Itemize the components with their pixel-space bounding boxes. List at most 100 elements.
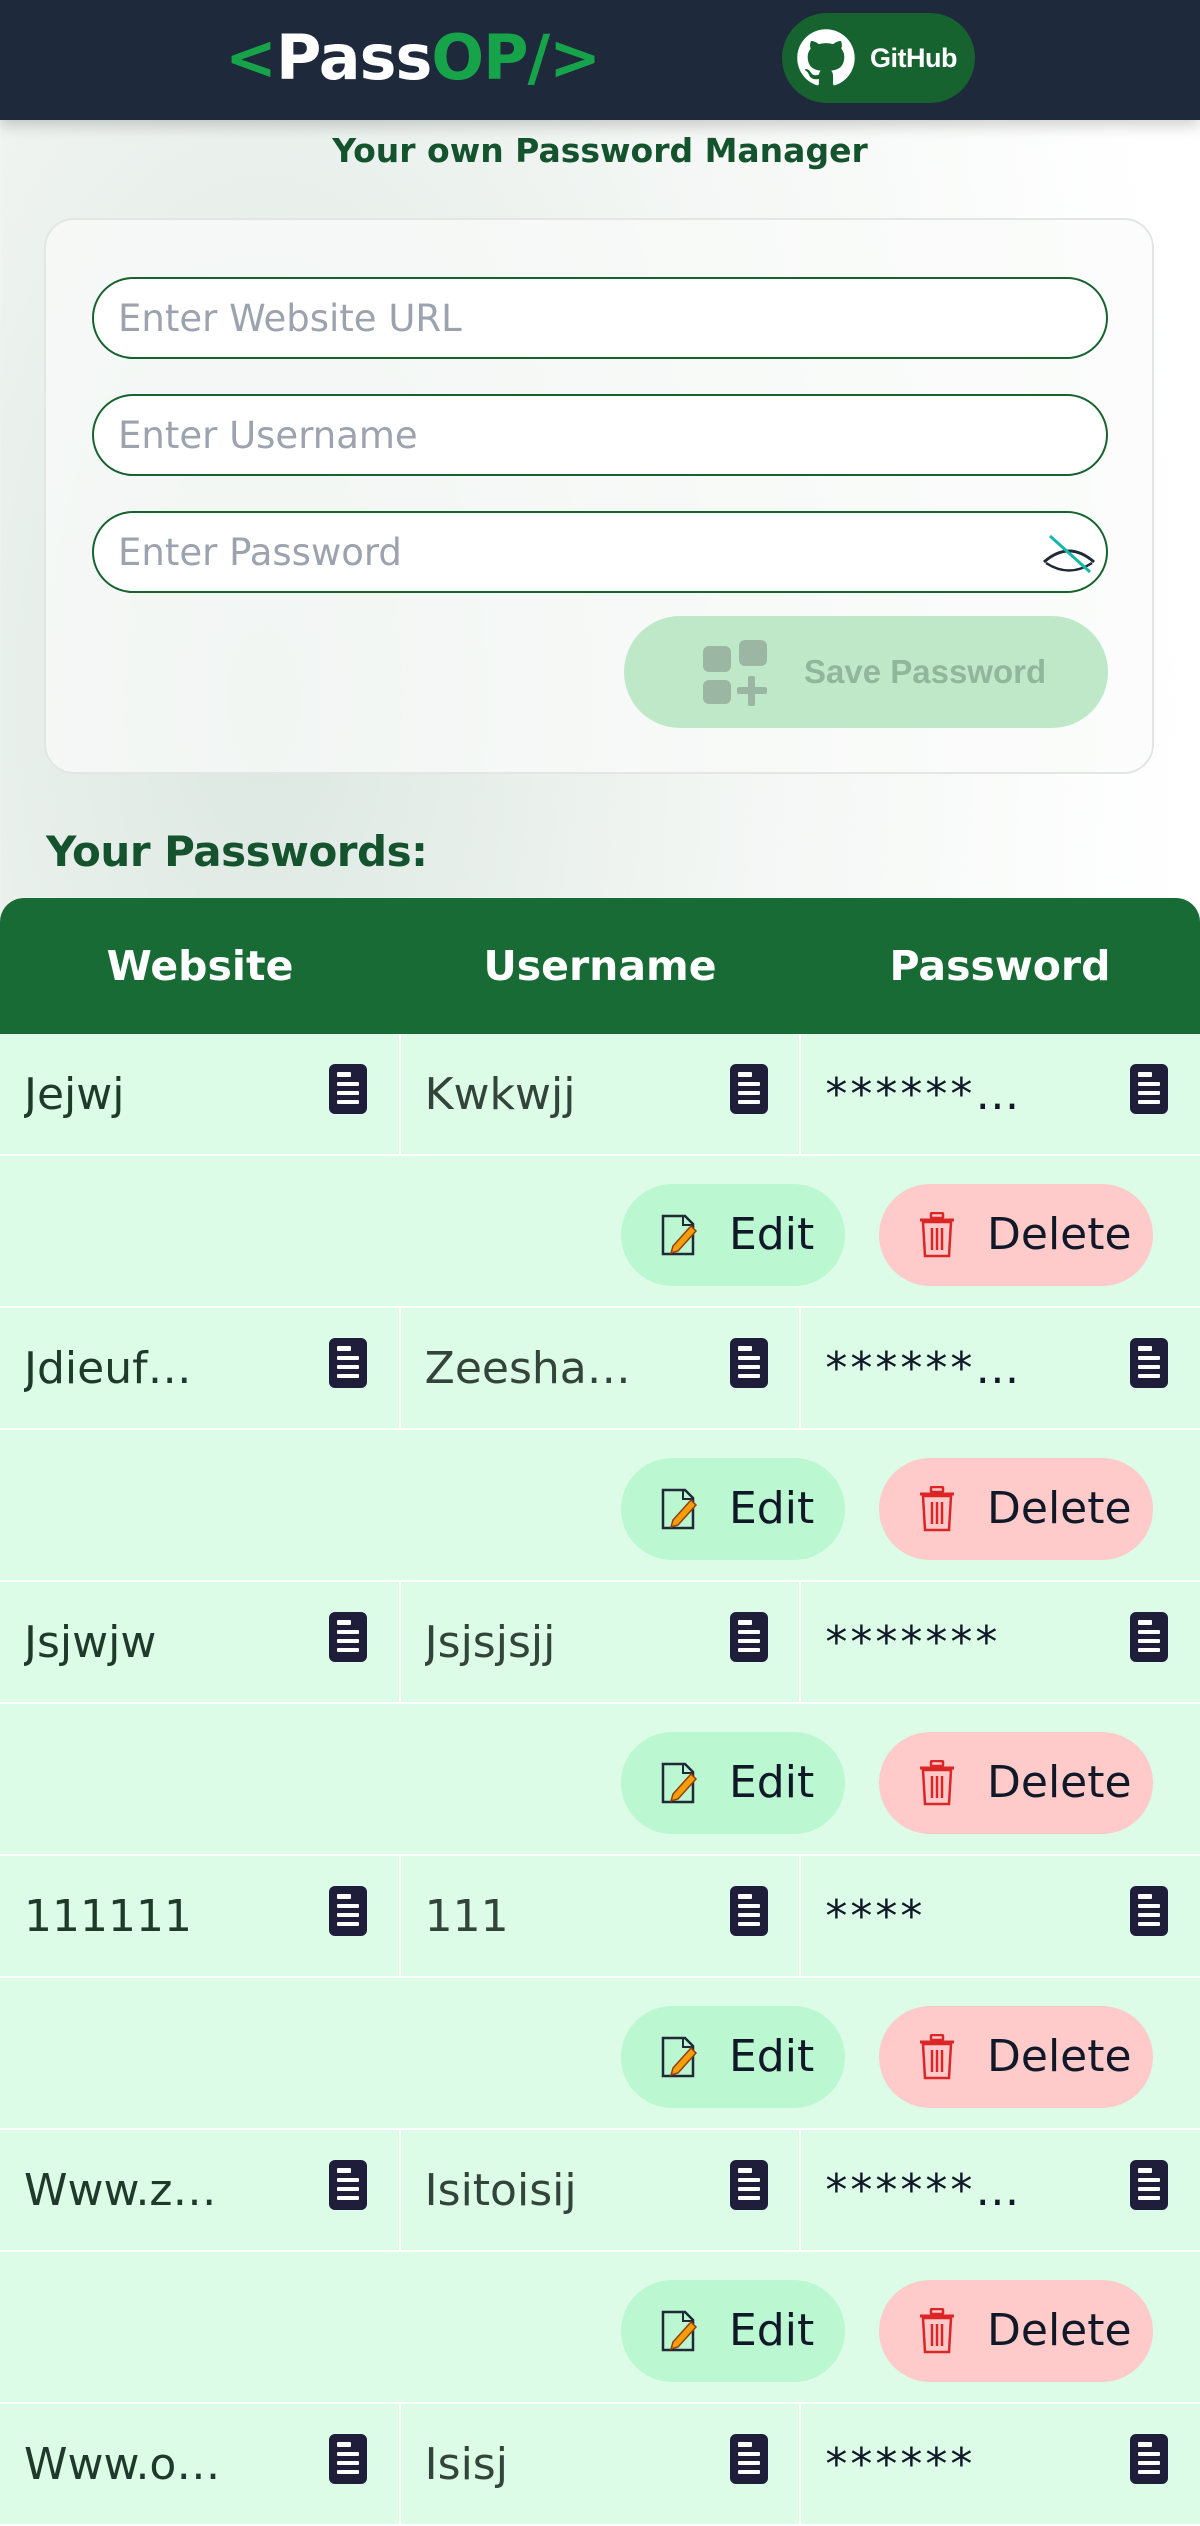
- edit-icon: [661, 1762, 698, 1804]
- copy-icon[interactable]: [329, 1612, 367, 1662]
- edit-label: Edit: [729, 1757, 815, 1808]
- edit-icon: [661, 2310, 698, 2352]
- website-value: Jsjwjw: [24, 1617, 157, 1668]
- username-value: Isitoisij: [424, 2165, 577, 2216]
- header-website: Website: [106, 942, 294, 990]
- save-password-button[interactable]: Save Password: [624, 616, 1108, 728]
- github-label: GitHub: [870, 43, 957, 73]
- edit-button[interactable]: Edit: [621, 1458, 845, 1560]
- table-row: Jsjwjw Jsjsjsjj *******: [0, 1582, 1200, 1704]
- username-input[interactable]: [92, 394, 1108, 476]
- username-cell: Isisj: [401, 2404, 802, 2524]
- trash-icon: [920, 2308, 954, 2354]
- username-cell: Zeesha…: [401, 1308, 802, 1428]
- edit-button[interactable]: Edit: [621, 2006, 845, 2108]
- delete-button[interactable]: Delete: [879, 1184, 1153, 1286]
- table-row: Www.o… Isisj ******: [0, 2404, 1200, 2526]
- website-value: Jdieuf…: [24, 1343, 192, 1394]
- website-cell: Www.o…: [0, 2404, 401, 2524]
- app-logo: <PassOP/>: [225, 18, 601, 98]
- username-cell: Isitoisij: [401, 2130, 802, 2250]
- edit-label: Edit: [729, 1209, 815, 1260]
- row-actions: Edit Delete: [0, 2252, 1200, 2404]
- passwords-section-title: Your Passwords:: [46, 827, 428, 876]
- header-password: Password: [889, 942, 1111, 990]
- copy-icon[interactable]: [329, 2434, 367, 2484]
- website-value: 111111: [24, 1891, 192, 1942]
- copy-icon[interactable]: [729, 1886, 768, 1936]
- website-cell: Www.z…: [0, 2130, 401, 2250]
- add-item-icon: [703, 640, 767, 706]
- website-cell: 111111: [0, 1856, 401, 1976]
- website-cell: Jdieuf…: [0, 1308, 401, 1428]
- delete-button[interactable]: Delete: [879, 2280, 1153, 2382]
- username-cell: Jsjsjsjj: [401, 1582, 802, 1702]
- delete-button[interactable]: Delete: [879, 2006, 1153, 2108]
- edit-label: Edit: [729, 2031, 815, 2082]
- edit-label: Edit: [729, 2305, 815, 2356]
- username-cell: Kwkwjj: [401, 1034, 802, 1154]
- delete-button[interactable]: Delete: [879, 1458, 1153, 1560]
- delete-label: Delete: [987, 2305, 1132, 2356]
- trash-icon: [920, 1212, 954, 1258]
- copy-icon[interactable]: [729, 2160, 768, 2210]
- website-cell: Jsjwjw: [0, 1582, 401, 1702]
- table-row: Jdieuf… Zeesha… ******…: [0, 1308, 1200, 1430]
- github-icon: [797, 29, 855, 86]
- row-actions: Edit Delete: [0, 1430, 1200, 1582]
- eye-hidden-icon[interactable]: [1040, 532, 1098, 576]
- table-body: Jejwj Kwkwjj ******… Edit Delete Jdieuf… Zeesh…: [0, 1034, 1200, 2526]
- website-value: Jejwj: [24, 1069, 125, 1120]
- password-cell: ******…: [801, 2130, 1200, 2250]
- table-row: 111111 111 ****: [0, 1856, 1200, 1978]
- password-value: ****: [825, 1891, 926, 1942]
- website-value: Www.o…: [24, 2439, 221, 2490]
- delete-label: Delete: [987, 1209, 1132, 1260]
- copy-icon[interactable]: [1130, 1338, 1169, 1388]
- trash-icon: [920, 2034, 954, 2080]
- copy-icon[interactable]: [329, 1064, 367, 1114]
- copy-icon[interactable]: [1130, 1612, 1169, 1662]
- website-cell: Jejwj: [0, 1034, 401, 1154]
- table-header: Website Username Password: [0, 898, 1200, 1034]
- copy-icon[interactable]: [1130, 2160, 1169, 2210]
- copy-icon[interactable]: [729, 1064, 768, 1114]
- copy-icon[interactable]: [1130, 1064, 1169, 1114]
- password-cell: *******: [801, 1582, 1200, 1702]
- delete-button[interactable]: Delete: [879, 1732, 1153, 1834]
- password-input[interactable]: [92, 511, 1108, 593]
- github-button[interactable]: GitHub: [782, 13, 975, 103]
- page-subtitle: Your own Password Manager: [332, 131, 868, 170]
- username-value: Jsjsjsjj: [424, 1617, 556, 1668]
- copy-icon[interactable]: [729, 1612, 768, 1662]
- password-value: ******: [825, 2439, 976, 2490]
- copy-icon[interactable]: [729, 2434, 768, 2484]
- username-value: Kwkwjj: [424, 1069, 576, 1120]
- edit-button[interactable]: Edit: [621, 2280, 845, 2382]
- logo-bracket-open: <: [225, 21, 277, 94]
- password-cell: ******: [801, 2404, 1200, 2524]
- copy-icon[interactable]: [329, 1338, 367, 1388]
- password-value: ******…: [825, 1343, 1023, 1394]
- navbar: <PassOP/> GitHub: [0, 0, 1200, 120]
- password-cell: ****: [801, 1856, 1200, 1976]
- logo-op-text: OP/>: [431, 21, 601, 94]
- website-url-input[interactable]: [92, 277, 1108, 359]
- website-value: Www.z…: [24, 2165, 217, 2216]
- delete-label: Delete: [987, 1757, 1132, 1808]
- copy-icon[interactable]: [329, 2160, 367, 2210]
- copy-icon[interactable]: [329, 1886, 367, 1936]
- username-value: Isisj: [424, 2439, 508, 2490]
- password-value: *******: [825, 1617, 1001, 1668]
- row-actions: Edit Delete: [0, 1704, 1200, 1856]
- copy-icon[interactable]: [1130, 1886, 1169, 1936]
- copy-icon[interactable]: [1130, 2434, 1169, 2484]
- edit-button[interactable]: Edit: [621, 1184, 845, 1286]
- trash-icon: [920, 1760, 954, 1806]
- copy-icon[interactable]: [729, 1338, 768, 1388]
- edit-button[interactable]: Edit: [621, 1732, 845, 1834]
- username-value: Zeesha…: [424, 1343, 631, 1394]
- save-password-label: Save Password: [804, 653, 1047, 690]
- edit-label: Edit: [729, 1483, 815, 1534]
- password-cell: ******…: [801, 1034, 1200, 1154]
